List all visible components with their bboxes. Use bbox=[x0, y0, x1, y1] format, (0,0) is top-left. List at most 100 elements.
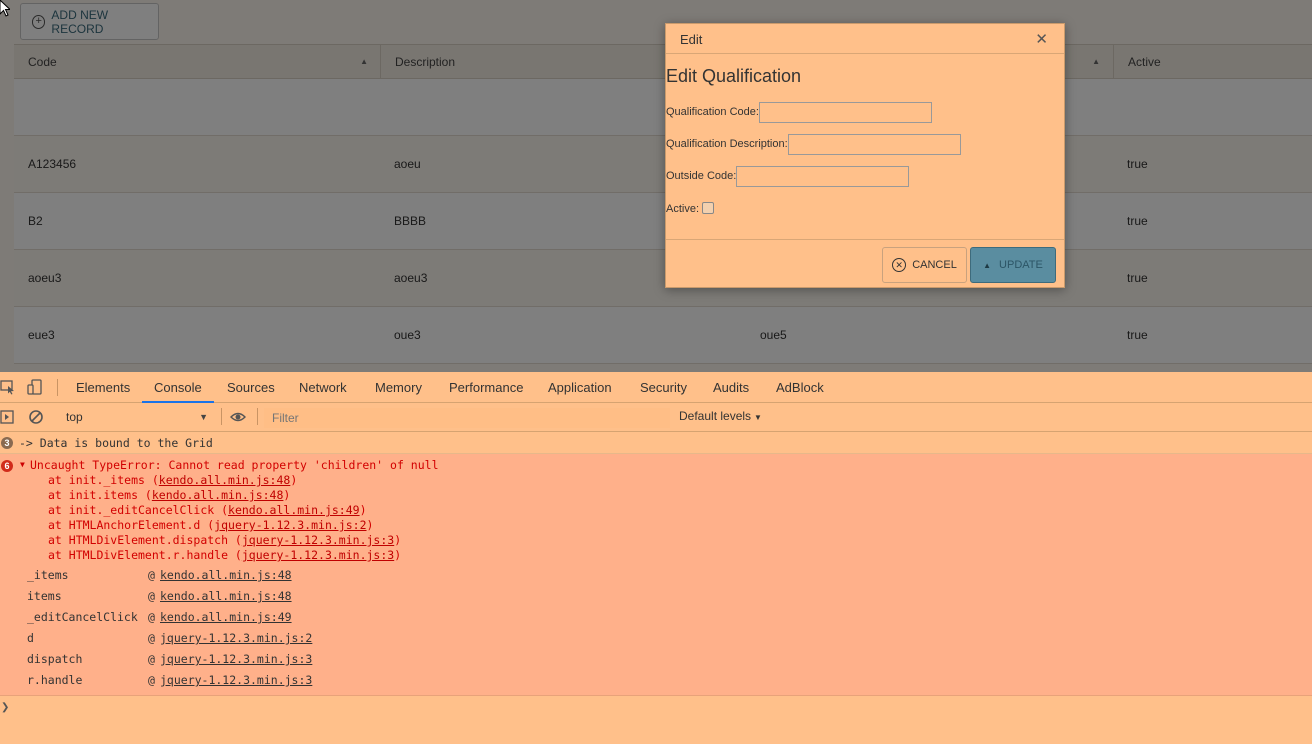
device-toolbar-icon[interactable] bbox=[27, 379, 43, 395]
console-message-error: 6 ▼ Uncaught TypeError: Cannot read prop… bbox=[0, 454, 1312, 696]
console-toolbar: top ▼ Default levels▼ bbox=[0, 403, 1312, 432]
qualification-code-input[interactable] bbox=[758, 101, 932, 123]
context-select[interactable]: top ▼ bbox=[58, 407, 214, 427]
call-stack-function: _editCancelClick bbox=[27, 610, 138, 624]
stack-frame-suffix: ) bbox=[359, 503, 367, 517]
devtools-tabbar: Elements Console Sources Network Memory … bbox=[0, 372, 1312, 403]
stack-trace-line: at HTMLDivElement.dispatch (jquery-1.12.… bbox=[48, 533, 401, 547]
call-stack-at: @ bbox=[148, 610, 155, 624]
stack-frame-suffix: ) bbox=[366, 518, 374, 532]
tab-adblock[interactable]: AdBlock bbox=[776, 372, 824, 403]
source-link[interactable]: jquery-1.12.3.min.js:3 bbox=[242, 548, 394, 562]
qualification-description-label: Qualification Description: bbox=[666, 138, 788, 150]
call-stack-at: @ bbox=[148, 673, 155, 687]
stack-frame-suffix: ) bbox=[290, 473, 298, 487]
modal-overlay[interactable] bbox=[0, 0, 1312, 372]
stack-frame-suffix: ) bbox=[283, 488, 291, 502]
source-link[interactable]: kendo.all.min.js:48 bbox=[160, 568, 292, 582]
source-link[interactable]: kendo.all.min.js:48 bbox=[159, 473, 291, 487]
tab-performance[interactable]: Performance bbox=[449, 372, 523, 403]
repeat-count-badge: 3 bbox=[1, 437, 13, 449]
filter-input[interactable] bbox=[264, 408, 670, 428]
error-message-text: Uncaught TypeError: Cannot read property… bbox=[30, 458, 439, 472]
source-link[interactable]: kendo.all.min.js:49 bbox=[160, 610, 292, 624]
tab-security[interactable]: Security bbox=[640, 372, 687, 403]
tab-sources[interactable]: Sources bbox=[227, 372, 275, 403]
kendo-grid: + ADD NEW RECORD Code ▲ Description ▲ Ac… bbox=[0, 0, 1312, 372]
active-checkbox[interactable] bbox=[702, 201, 715, 214]
stack-frame-suffix: ) bbox=[394, 548, 402, 562]
cancel-button[interactable]: ✕ CANCEL bbox=[882, 247, 967, 283]
tab-elements[interactable]: Elements bbox=[76, 372, 130, 403]
console-message-info: 3 -> Data is bound to the Grid bbox=[0, 432, 1312, 454]
call-stack-function: r.handle bbox=[27, 673, 83, 687]
cancel-icon: ✕ bbox=[892, 258, 907, 272]
console-prompt[interactable]: ❯ bbox=[0, 698, 1312, 738]
call-stack-at: @ bbox=[148, 589, 155, 603]
outside-code-label: Outside Code: bbox=[666, 170, 737, 182]
toolbar-separator bbox=[221, 408, 222, 425]
dropdown-arrow-icon: ▼ bbox=[199, 412, 208, 422]
source-link[interactable]: kendo.all.min.js:48 bbox=[152, 488, 284, 502]
source-link[interactable]: jquery-1.12.3.min.js:2 bbox=[160, 631, 312, 645]
update-icon: ▲ bbox=[983, 260, 992, 270]
stack-trace-line: at HTMLDivElement.r.handle (jquery-1.12.… bbox=[48, 548, 401, 562]
dialog-titlebar: Edit ✕ bbox=[666, 24, 1064, 54]
qualification-code-row: Qualification Code: bbox=[666, 101, 932, 123]
repeat-count-badge: 6 bbox=[1, 460, 13, 472]
tab-application[interactable]: Application bbox=[548, 372, 612, 403]
source-link[interactable]: kendo.all.min.js:48 bbox=[160, 589, 292, 603]
eye-icon[interactable] bbox=[230, 409, 246, 425]
edit-dialog: Edit ✕ Edit Qualification Qualification … bbox=[665, 23, 1065, 288]
source-link[interactable]: jquery-1.12.3.min.js:2 bbox=[214, 518, 366, 532]
show-sidebar-icon[interactable] bbox=[0, 409, 16, 425]
dialog-title: Edit bbox=[680, 32, 703, 47]
active-row: Active: bbox=[666, 199, 715, 219]
toolbar-separator bbox=[257, 408, 258, 425]
cancel-label: CANCEL bbox=[912, 259, 957, 271]
console-message-text: -> Data is bound to the Grid bbox=[19, 436, 213, 450]
dialog-footer: ✕ CANCEL ▲ UPDATE bbox=[666, 239, 1064, 287]
form-heading: Edit Qualification bbox=[666, 66, 802, 86]
call-stack-function: d bbox=[27, 631, 34, 645]
tab-console[interactable]: Console bbox=[142, 372, 214, 403]
stack-trace-line: at init._editCancelClick (kendo.all.min.… bbox=[48, 503, 367, 517]
stack-frame-text: at HTMLDivElement.dispatch ( bbox=[48, 533, 242, 547]
call-stack-function: _items bbox=[27, 568, 69, 582]
stack-trace-line: at init.items (kendo.all.min.js:48) bbox=[48, 488, 290, 502]
tab-network[interactable]: Network bbox=[299, 372, 347, 403]
update-label: UPDATE bbox=[999, 259, 1043, 271]
source-link[interactable]: jquery-1.12.3.min.js:3 bbox=[242, 533, 394, 547]
update-button[interactable]: ▲ UPDATE bbox=[970, 247, 1056, 283]
close-icon[interactable]: ✕ bbox=[1035, 30, 1048, 48]
log-levels-dropdown[interactable]: Default levels ▼ bbox=[679, 409, 762, 423]
stack-frame-text: at init.items ( bbox=[48, 488, 152, 502]
stack-trace-line: at HTMLAnchorElement.d (jquery-1.12.3.mi… bbox=[48, 518, 373, 532]
qualification-description-input[interactable] bbox=[787, 133, 961, 155]
inspect-element-icon[interactable] bbox=[0, 379, 16, 395]
mouse-cursor-icon bbox=[0, 0, 10, 17]
tab-audits[interactable]: Audits bbox=[713, 372, 749, 403]
qualification-description-row: Qualification Description: bbox=[666, 133, 961, 155]
outside-code-input[interactable] bbox=[736, 165, 910, 187]
stack-frame-text: at init._items ( bbox=[48, 473, 159, 487]
tab-separator bbox=[57, 379, 58, 396]
stack-trace-line: at init._items (kendo.all.min.js:48) bbox=[48, 473, 297, 487]
dropdown-arrow-icon: ▼ bbox=[754, 413, 762, 422]
call-stack-function: items bbox=[27, 589, 62, 603]
clear-console-icon[interactable] bbox=[28, 409, 44, 425]
devtools-panel: Elements Console Sources Network Memory … bbox=[0, 372, 1312, 744]
stack-frame-text: at HTMLDivElement.r.handle ( bbox=[48, 548, 242, 562]
tab-memory[interactable]: Memory bbox=[375, 372, 422, 403]
outside-code-row: Outside Code: bbox=[666, 165, 910, 187]
call-stack-at: @ bbox=[148, 631, 155, 645]
expand-triangle-icon[interactable]: ▼ bbox=[20, 460, 25, 469]
source-link[interactable]: jquery-1.12.3.min.js:3 bbox=[160, 652, 312, 666]
call-stack-at: @ bbox=[148, 568, 155, 582]
source-link[interactable]: jquery-1.12.3.min.js:3 bbox=[160, 673, 312, 687]
source-link[interactable]: kendo.all.min.js:49 bbox=[228, 503, 360, 517]
stack-frame-suffix: ) bbox=[394, 533, 402, 547]
qualification-code-label: Qualification Code: bbox=[666, 106, 759, 118]
stack-frame-text: at init._editCancelClick ( bbox=[48, 503, 229, 517]
active-label: Active: bbox=[666, 203, 700, 215]
